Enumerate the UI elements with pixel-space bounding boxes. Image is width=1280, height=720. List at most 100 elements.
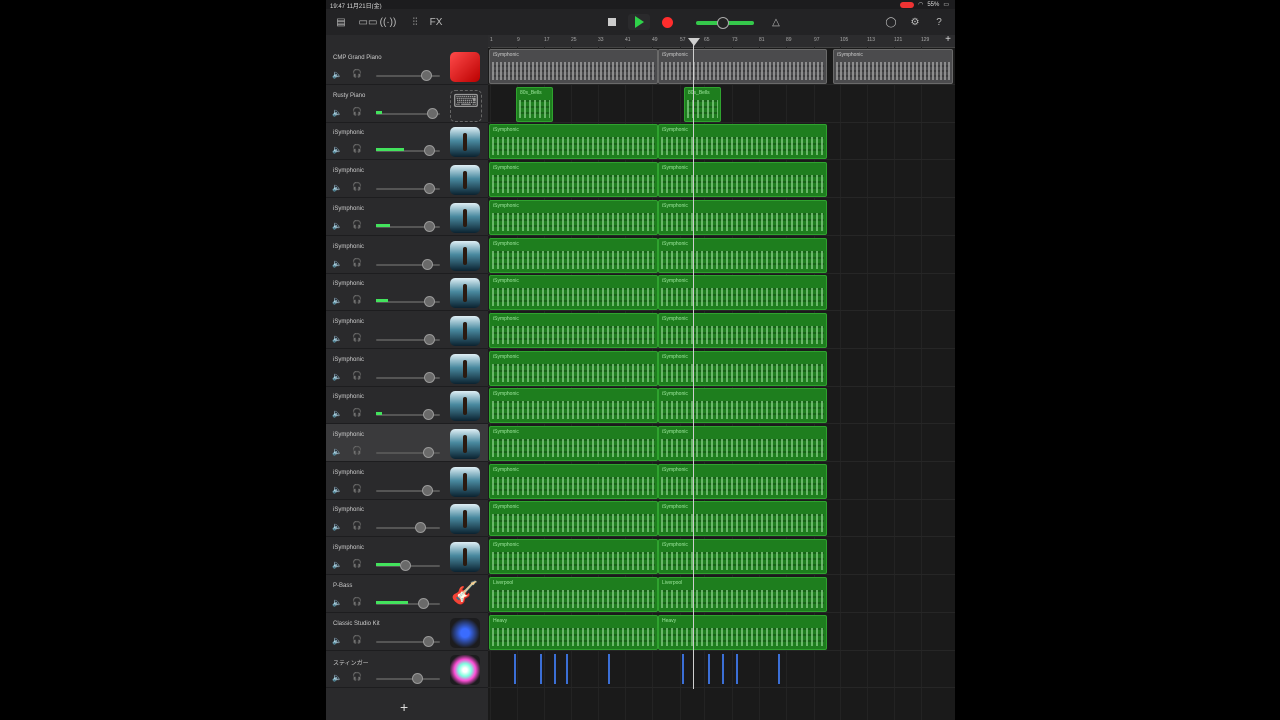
region[interactable]: iSymphonic [489, 388, 658, 424]
track-header[interactable]: CMP Grand Piano 🔈 🎧 [326, 47, 488, 85]
headphones-icon[interactable]: 🎧 [352, 69, 362, 78]
headphones-icon[interactable]: 🎧 [352, 484, 362, 493]
headphones-icon[interactable]: 🎧 [352, 295, 362, 304]
region[interactable]: iSymphonic [658, 426, 827, 461]
mute-icon[interactable]: 🔈 [332, 447, 342, 456]
add-section-button[interactable]: + [945, 34, 951, 45]
track-header[interactable]: iSymphonic 🔈 🎧 [326, 499, 488, 538]
headphones-icon[interactable]: 🎧 [352, 107, 362, 116]
mute-icon[interactable]: 🔈 [332, 296, 342, 305]
headphones-icon[interactable]: 🎧 [352, 446, 362, 455]
track-volume-knob[interactable] [427, 107, 438, 119]
track-header[interactable]: iSymphonic 🔈 🎧 [326, 349, 488, 387]
region[interactable]: iSymphonic [489, 539, 658, 575]
region[interactable]: iSymphonic [489, 237, 658, 273]
track-volume-knob[interactable] [423, 447, 434, 458]
region[interactable]: iSymphonic [489, 501, 658, 537]
track-header[interactable]: iSymphonic 🔈 🎧 [326, 273, 488, 312]
track-header[interactable]: iSymphonic 🔈 🎧 [326, 537, 488, 576]
region[interactable]: iSymphonic [658, 463, 827, 499]
fx-button[interactable]: FX [428, 14, 444, 30]
track-volume-knob[interactable] [424, 371, 435, 383]
track-header[interactable]: スティンガー 🔈 🎧 [326, 650, 488, 689]
region[interactable]: iSymphonic [658, 199, 827, 235]
region[interactable]: iSymphonic [489, 463, 658, 499]
stop-button[interactable] [606, 14, 618, 30]
region[interactable]: 80s_Bells [684, 86, 721, 122]
headphones-icon[interactable]: 🎧 [352, 258, 362, 267]
playhead[interactable] [693, 39, 694, 689]
track-volume-knob[interactable] [422, 484, 433, 496]
record-button[interactable] [660, 14, 674, 30]
track-volume-knob[interactable] [424, 296, 435, 308]
orchestra-icon[interactable] [450, 504, 480, 535]
track-volume-knob[interactable] [424, 183, 435, 195]
region[interactable]: iSymphonic [658, 501, 827, 537]
track-volume-knob[interactable] [412, 673, 423, 685]
track-volume-slider[interactable] [376, 527, 440, 530]
my-songs-icon[interactable]: ▤ [334, 14, 348, 30]
track-volume-knob[interactable] [423, 635, 434, 647]
mute-icon[interactable]: 🔈 [332, 636, 342, 645]
metronome-icon[interactable]: △ [769, 14, 783, 30]
track-volume-knob[interactable] [422, 258, 433, 270]
track-header[interactable]: iSymphonic 🔈 🎧 [326, 462, 488, 500]
region[interactable]: iSymphonic [489, 162, 658, 198]
region[interactable]: iSymphonic [489, 350, 658, 386]
track-volume-knob[interactable] [423, 409, 434, 421]
master-volume-knob[interactable] [717, 17, 729, 29]
bass-guitar-icon[interactable]: 🎸 [450, 580, 480, 610]
headphones-icon[interactable]: 🎧 [352, 333, 362, 342]
play-button[interactable] [628, 14, 650, 30]
orchestra-icon[interactable] [450, 202, 480, 233]
track-header[interactable]: iSymphonic 🔈 🎧 [326, 311, 488, 349]
add-track-button[interactable]: + [400, 699, 408, 715]
region[interactable]: iSymphonic [833, 49, 953, 84]
mixer-icon[interactable]: ⫶⫶ [408, 14, 422, 30]
mute-icon[interactable]: 🔈 [332, 70, 342, 79]
rusty-piano-icon[interactable]: ⌨ [450, 89, 482, 122]
region[interactable]: Heavy [489, 614, 658, 650]
track-volume-knob[interactable] [424, 333, 435, 345]
track-header[interactable]: iSymphonic 🔈 🎧 [326, 160, 488, 199]
timeline[interactable]: + 1 9 17 25 33 41 49 57 65 73 81 89 97 105 113 121 129 i… [488, 34, 955, 720]
help-icon[interactable]: ? [932, 14, 946, 30]
region[interactable]: iSymphonic [658, 237, 827, 273]
region[interactable]: iSymphonic [658, 162, 827, 198]
mute-icon[interactable]: 🔈 [332, 259, 342, 268]
mute-icon[interactable]: 🔈 [332, 372, 342, 381]
track-header[interactable]: iSymphonic 🔈 🎧 [326, 122, 488, 161]
settings-icon[interactable]: ⚙ [908, 14, 922, 30]
orchestra-icon[interactable] [450, 429, 480, 459]
track-header[interactable]: iSymphonic 🔈 🎧 [326, 424, 488, 462]
headphones-icon[interactable]: 🎧 [352, 597, 362, 606]
orchestra-icon[interactable] [450, 466, 480, 497]
mute-icon[interactable]: 🔈 [332, 409, 342, 418]
track-header[interactable]: Rusty Piano 🔈 🎧 ⌨ [326, 85, 488, 123]
mute-icon[interactable]: 🔈 [332, 522, 342, 531]
track-header[interactable]: iSymphonic 🔈 🎧 [326, 236, 488, 274]
region[interactable]: Liverpool [489, 576, 658, 612]
mute-icon[interactable]: 🔈 [332, 108, 342, 117]
playhead-handle[interactable] [688, 38, 700, 46]
mute-icon[interactable]: 🔈 [332, 221, 342, 230]
track-lane[interactable] [488, 85, 955, 123]
track-header[interactable]: iSymphonic 🔈 🎧 [326, 386, 488, 425]
orchestra-icon[interactable] [450, 391, 480, 422]
mute-icon[interactable]: 🔈 [332, 183, 342, 192]
headphones-icon[interactable]: 🎧 [352, 635, 362, 644]
region[interactable]: iSymphonic [658, 124, 827, 160]
region[interactable]: iSymphonic [658, 49, 827, 84]
track-volume-slider[interactable] [376, 678, 440, 681]
headphones-icon[interactable]: 🎧 [352, 408, 362, 417]
region[interactable]: iSymphonic [658, 388, 827, 424]
region[interactable]: iSymphonic [489, 124, 658, 160]
orchestra-icon[interactable] [450, 542, 480, 573]
region[interactable]: Heavy [658, 614, 827, 650]
track-volume-knob[interactable] [424, 220, 435, 232]
track-header[interactable]: iSymphonic 🔈 🎧 [326, 198, 488, 236]
track-volume-knob[interactable] [415, 522, 426, 534]
track-volume-knob[interactable] [400, 560, 411, 572]
loop-browser-icon[interactable]: ◯ [884, 14, 898, 30]
region[interactable]: iSymphonic [658, 312, 827, 348]
